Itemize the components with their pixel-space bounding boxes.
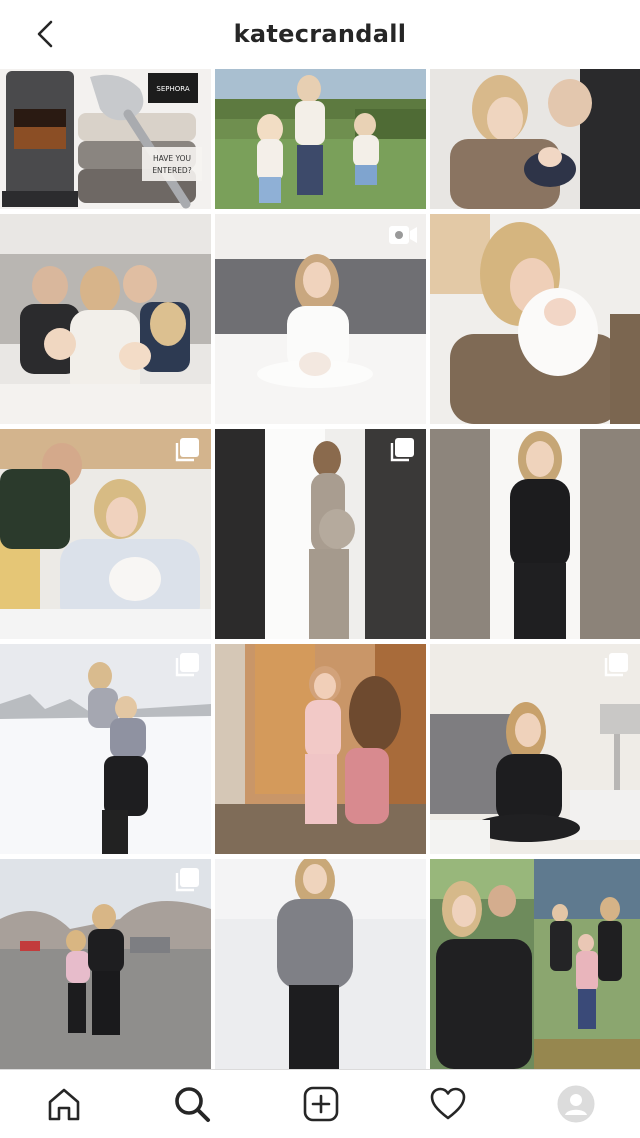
post-image bbox=[215, 859, 426, 1069]
profile-username-title: katecrandall bbox=[233, 20, 407, 48]
carousel-badge-icon bbox=[604, 653, 628, 677]
bottom-nav-bar bbox=[0, 1069, 640, 1138]
post-tile[interactable] bbox=[0, 214, 211, 424]
nav-profile-button[interactable] bbox=[552, 1080, 600, 1128]
post-image bbox=[430, 429, 640, 639]
post-tile[interactable]: SEPHORA HAVE YOU ENTERED? bbox=[0, 69, 211, 209]
nav-activity-button[interactable] bbox=[424, 1080, 472, 1128]
post-tile[interactable] bbox=[0, 644, 211, 854]
svg-text:ENTERED?: ENTERED? bbox=[152, 166, 191, 175]
avatar-icon bbox=[557, 1085, 595, 1123]
post-tile[interactable] bbox=[430, 859, 640, 1069]
heart-icon bbox=[430, 1087, 466, 1120]
search-icon bbox=[175, 1087, 210, 1122]
post-tile[interactable] bbox=[430, 429, 640, 639]
post-image bbox=[430, 214, 640, 424]
svg-text:HAVE YOU: HAVE YOU bbox=[153, 154, 191, 163]
post-tile[interactable] bbox=[0, 429, 211, 639]
carousel-badge-icon bbox=[175, 653, 199, 677]
post-tile[interactable] bbox=[215, 429, 426, 639]
post-tile[interactable] bbox=[215, 69, 426, 209]
video-badge-icon bbox=[389, 226, 417, 244]
carousel-badge-icon bbox=[390, 438, 414, 462]
post-image bbox=[0, 214, 211, 424]
carousel-badge-icon bbox=[175, 868, 199, 892]
post-image bbox=[215, 644, 426, 854]
brand-label: SEPHORA bbox=[156, 85, 189, 93]
post-image bbox=[430, 69, 640, 209]
carousel-badge-icon bbox=[175, 438, 199, 462]
post-image bbox=[430, 859, 640, 1069]
plus-square-icon bbox=[303, 1086, 339, 1122]
post-image: SEPHORA HAVE YOU ENTERED? bbox=[0, 69, 211, 209]
post-tile[interactable] bbox=[215, 214, 426, 424]
post-tile[interactable] bbox=[215, 859, 426, 1069]
nav-search-button[interactable] bbox=[168, 1080, 216, 1128]
post-tile[interactable] bbox=[430, 69, 640, 209]
post-image bbox=[215, 69, 426, 209]
header-bar: katecrandall bbox=[0, 0, 640, 68]
post-tile[interactable] bbox=[215, 644, 426, 854]
home-icon bbox=[48, 1088, 80, 1121]
post-tile[interactable] bbox=[0, 859, 211, 1069]
post-tile[interactable] bbox=[430, 644, 640, 854]
nav-home-button[interactable] bbox=[40, 1080, 88, 1128]
post-tile[interactable] bbox=[430, 214, 640, 424]
nav-new-post-button[interactable] bbox=[297, 1080, 345, 1128]
